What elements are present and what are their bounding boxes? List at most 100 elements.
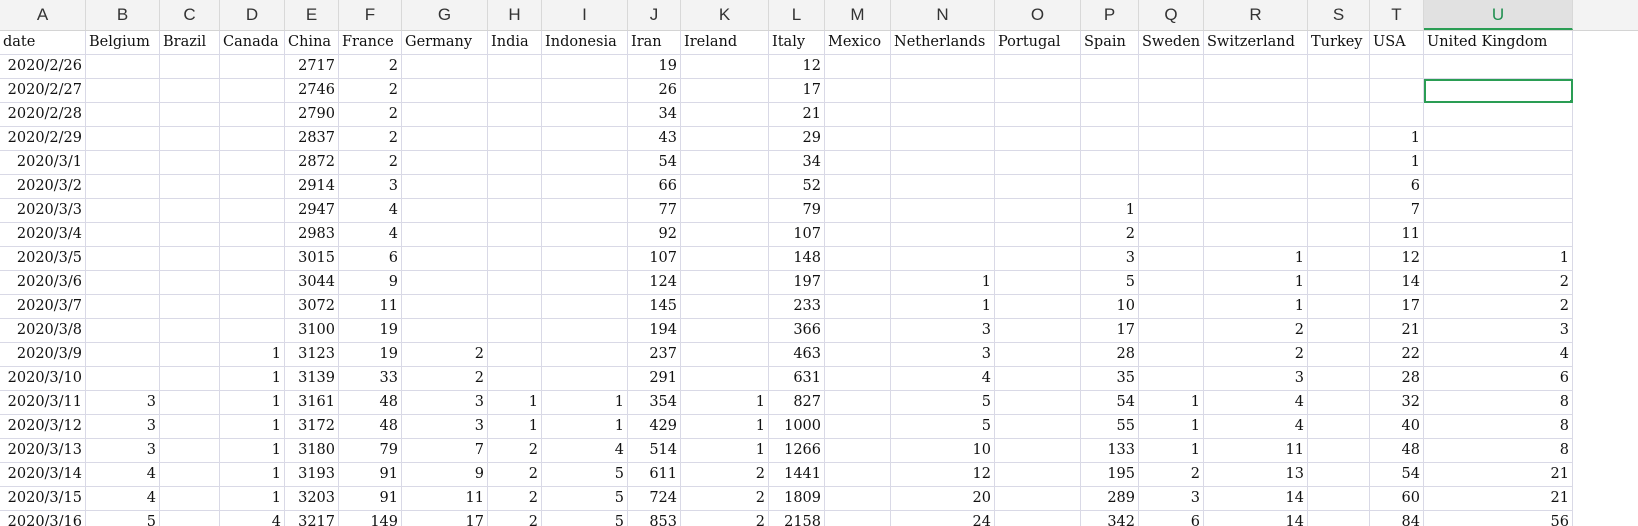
data-cell[interactable]: 1 (1370, 151, 1424, 175)
data-cell[interactable] (1308, 463, 1370, 487)
data-cell[interactable] (681, 223, 769, 247)
data-cell[interactable]: 289 (1081, 487, 1139, 511)
data-cell[interactable]: 52 (769, 175, 825, 199)
data-cell[interactable]: 853 (628, 511, 681, 526)
column-header-i[interactable]: I (542, 0, 628, 30)
data-cell[interactable]: 79 (339, 439, 402, 463)
data-cell[interactable]: 2 (681, 487, 769, 511)
data-cell[interactable]: 1441 (769, 463, 825, 487)
column-header-c[interactable]: C (160, 0, 220, 30)
data-cell[interactable]: 1266 (769, 439, 825, 463)
data-cell[interactable] (825, 487, 891, 511)
data-cell[interactable]: 10 (1081, 295, 1139, 319)
data-cell[interactable] (995, 103, 1081, 127)
data-cell[interactable]: 6 (339, 247, 402, 271)
data-cell[interactable]: 3100 (285, 319, 339, 343)
header-cell[interactable]: Portugal (995, 31, 1081, 55)
data-cell[interactable] (1308, 367, 1370, 391)
data-cell[interactable]: 2 (339, 103, 402, 127)
date-cell[interactable]: 2020/3/1 (0, 151, 86, 175)
data-cell[interactable] (1308, 439, 1370, 463)
data-cell[interactable]: 1 (1370, 127, 1424, 151)
data-cell[interactable]: 20 (891, 487, 995, 511)
data-cell[interactable] (825, 247, 891, 271)
data-cell[interactable] (1081, 103, 1139, 127)
header-cell[interactable]: Spain (1081, 31, 1139, 55)
data-cell[interactable]: 5 (891, 415, 995, 439)
data-cell[interactable]: 1 (220, 487, 285, 511)
data-cell[interactable] (995, 271, 1081, 295)
header-cell[interactable]: India (488, 31, 542, 55)
data-cell[interactable] (160, 511, 220, 526)
data-cell[interactable]: 8 (1424, 439, 1573, 463)
data-cell[interactable] (86, 55, 160, 79)
data-cell[interactable] (160, 295, 220, 319)
data-cell[interactable]: 724 (628, 487, 681, 511)
header-cell[interactable]: Brazil (160, 31, 220, 55)
data-cell[interactable] (1424, 223, 1573, 247)
date-cell[interactable]: 2020/3/3 (0, 199, 86, 223)
data-cell[interactable]: 2 (339, 151, 402, 175)
data-cell[interactable] (542, 103, 628, 127)
data-cell[interactable] (220, 223, 285, 247)
data-cell[interactable]: 1 (1139, 415, 1204, 439)
data-cell[interactable] (825, 343, 891, 367)
data-cell[interactable] (220, 295, 285, 319)
data-cell[interactable]: 1 (1139, 439, 1204, 463)
data-cell[interactable] (488, 319, 542, 343)
data-cell[interactable] (542, 175, 628, 199)
data-cell[interactable]: 2837 (285, 127, 339, 151)
data-cell[interactable] (995, 127, 1081, 151)
data-cell[interactable]: 6 (1139, 511, 1204, 526)
data-cell[interactable]: 3139 (285, 367, 339, 391)
data-cell[interactable]: 3203 (285, 487, 339, 511)
data-cell[interactable] (1139, 295, 1204, 319)
date-cell[interactable]: 2020/2/29 (0, 127, 86, 151)
data-cell[interactable]: 631 (769, 367, 825, 391)
data-cell[interactable] (1424, 175, 1573, 199)
data-cell[interactable]: 54 (1081, 391, 1139, 415)
data-cell[interactable] (160, 391, 220, 415)
column-header-f[interactable]: F (339, 0, 402, 30)
data-cell[interactable] (86, 319, 160, 343)
data-cell[interactable] (1308, 175, 1370, 199)
data-cell[interactable] (160, 487, 220, 511)
header-cell[interactable]: date (0, 31, 86, 55)
data-cell[interactable] (825, 295, 891, 319)
data-cell[interactable] (488, 199, 542, 223)
data-cell[interactable] (681, 55, 769, 79)
data-cell[interactable]: 2158 (769, 511, 825, 526)
data-cell[interactable]: 48 (339, 391, 402, 415)
data-cell[interactable] (1370, 55, 1424, 79)
date-cell[interactable]: 2020/2/28 (0, 103, 86, 127)
data-cell[interactable]: 1 (1204, 271, 1308, 295)
data-cell[interactable]: 3 (891, 343, 995, 367)
header-cell[interactable]: United Kingdom (1424, 31, 1573, 55)
data-cell[interactable]: 2983 (285, 223, 339, 247)
data-cell[interactable] (542, 151, 628, 175)
data-cell[interactable]: 54 (1370, 463, 1424, 487)
data-cell[interactable]: 21 (1424, 463, 1573, 487)
data-cell[interactable] (1139, 319, 1204, 343)
data-cell[interactable]: 3161 (285, 391, 339, 415)
data-cell[interactable]: 2 (1424, 271, 1573, 295)
data-cell[interactable] (220, 175, 285, 199)
date-cell[interactable]: 2020/3/10 (0, 367, 86, 391)
data-cell[interactable]: 13 (1204, 463, 1308, 487)
data-cell[interactable]: 3 (86, 439, 160, 463)
data-cell[interactable]: 17 (1370, 295, 1424, 319)
data-cell[interactable]: 133 (1081, 439, 1139, 463)
data-cell[interactable] (995, 487, 1081, 511)
data-cell[interactable]: 1 (488, 415, 542, 439)
data-cell[interactable] (160, 223, 220, 247)
data-cell[interactable] (995, 391, 1081, 415)
data-cell[interactable] (86, 79, 160, 103)
data-cell[interactable]: 2 (488, 511, 542, 526)
header-cell[interactable]: USA (1370, 31, 1424, 55)
data-cell[interactable] (160, 175, 220, 199)
date-cell[interactable]: 2020/2/26 (0, 55, 86, 79)
data-cell[interactable] (402, 103, 488, 127)
data-cell[interactable]: 3 (1081, 247, 1139, 271)
data-cell[interactable]: 11 (402, 487, 488, 511)
data-cell[interactable]: 5 (1081, 271, 1139, 295)
